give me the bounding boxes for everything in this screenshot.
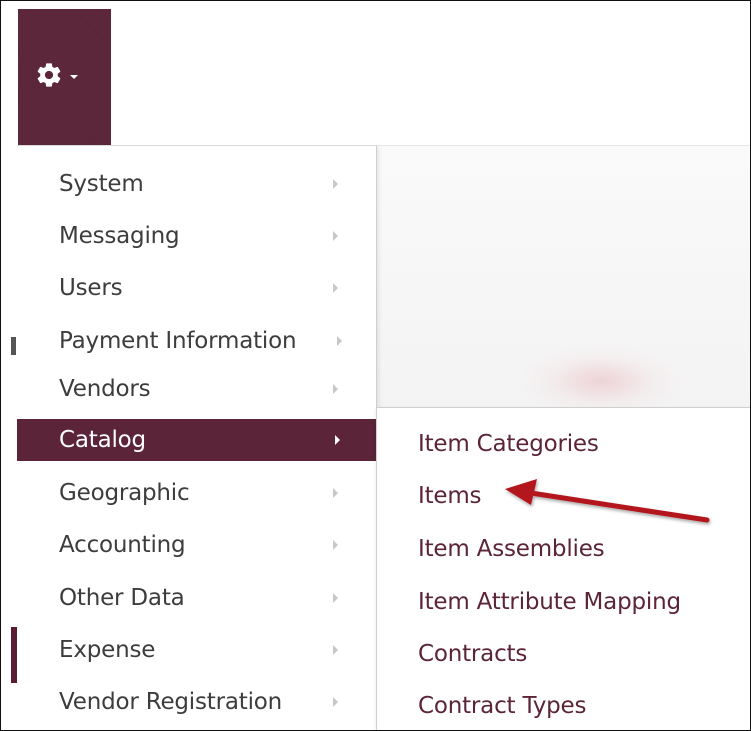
submenu-item-label: Contract Types [418,693,587,719]
caret-down-icon [70,75,78,79]
submenu-item-item-attribute-mapping[interactable]: Item Attribute Mapping [377,581,750,623]
submenu-item-label: Contracts [418,641,528,667]
chevron-right-icon [333,179,338,189]
submenu-item-label: Item Categories [418,431,599,457]
menu-item-label: Messaging [59,223,180,249]
menu-item-label: Expense [59,637,156,663]
settings-dropdown-button[interactable] [18,9,111,145]
submenu-item-contracts[interactable]: Contracts [377,633,750,675]
chevron-right-icon [333,231,338,241]
menu-item-vendors[interactable]: Vendors [17,368,376,410]
chevron-right-icon [333,488,338,498]
menu-item-label: System [59,171,144,197]
menu-item-geographic[interactable]: Geographic [17,472,376,514]
menu-item-label: Payment Information [59,328,297,354]
menu-item-other-data[interactable]: Other Data [17,577,376,619]
menu-item-label: Accounting [59,532,186,558]
screenshot-frame: System Messaging Users Payment Informati… [0,0,751,731]
chevron-right-icon [335,435,340,445]
chevron-right-icon [333,283,338,293]
background-edge-mark [11,337,16,355]
chevron-right-icon [333,384,338,394]
menu-item-label: Vendor Registration [59,689,283,715]
background-blur [521,346,681,416]
chevron-right-icon [333,645,338,655]
submenu-item-label: Item Assemblies [418,536,605,562]
chevron-right-icon [337,336,342,346]
submenu-item-contract-types[interactable]: Contract Types [377,685,750,727]
submenu-item-label: Item Attribute Mapping [418,589,681,615]
submenu-item-item-assemblies[interactable]: Item Assemblies [377,528,750,570]
menu-item-label: Vendors [59,376,151,402]
submenu-item-item-categories[interactable]: Item Categories [377,423,750,465]
menu-item-label: Users [59,275,123,301]
menu-item-messaging[interactable]: Messaging [17,215,376,257]
submenu-item-label: Items [418,483,482,509]
admin-dropdown-menu: System Messaging Users Payment Informati… [17,145,377,730]
menu-item-accounting[interactable]: Accounting [17,524,376,566]
menu-item-label: Geographic [59,480,190,506]
menu-item-payment-information[interactable]: Payment Information [17,320,376,362]
red-arrow-icon [505,479,710,523]
gear-icon [37,63,61,87]
menu-item-label: Other Data [59,585,185,611]
chevron-right-icon [333,540,338,550]
menu-item-expense[interactable]: Expense [17,629,376,671]
menu-item-label: Catalog [59,427,146,453]
menu-item-system[interactable]: System [17,163,376,205]
catalog-submenu: Item Categories Items Item Assemblies It… [376,407,750,730]
menu-item-users[interactable]: Users [17,267,376,309]
menu-item-catalog[interactable]: Catalog [17,419,376,461]
chevron-right-icon [333,593,338,603]
menu-item-vendor-registration[interactable]: Vendor Registration [17,681,376,723]
chevron-right-icon [333,697,338,707]
